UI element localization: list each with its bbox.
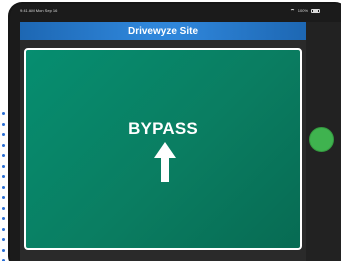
green-status-button[interactable] <box>309 127 334 152</box>
bypass-sign-panel[interactable]: BYPASS <box>24 48 302 250</box>
app-stage: 9:41 AM Mon Sep 16 100% Drivewyze Site B… <box>0 0 341 261</box>
battery-icon <box>311 9 320 13</box>
battery-percent: 100% <box>297 8 308 13</box>
status-right-group: 100% <box>289 8 320 13</box>
wifi-icon <box>289 9 295 13</box>
arrow-up-icon <box>154 142 176 182</box>
status-bar: 9:41 AM Mon Sep 16 100% <box>20 7 320 15</box>
status-time: 9:41 AM Mon Sep 16 <box>20 8 58 13</box>
page-title: Drivewyze Site <box>127 25 199 37</box>
header-bar: Drivewyze Site <box>20 22 306 40</box>
edge-dots-decoration <box>0 112 6 261</box>
sign-text: BYPASS <box>128 119 198 138</box>
